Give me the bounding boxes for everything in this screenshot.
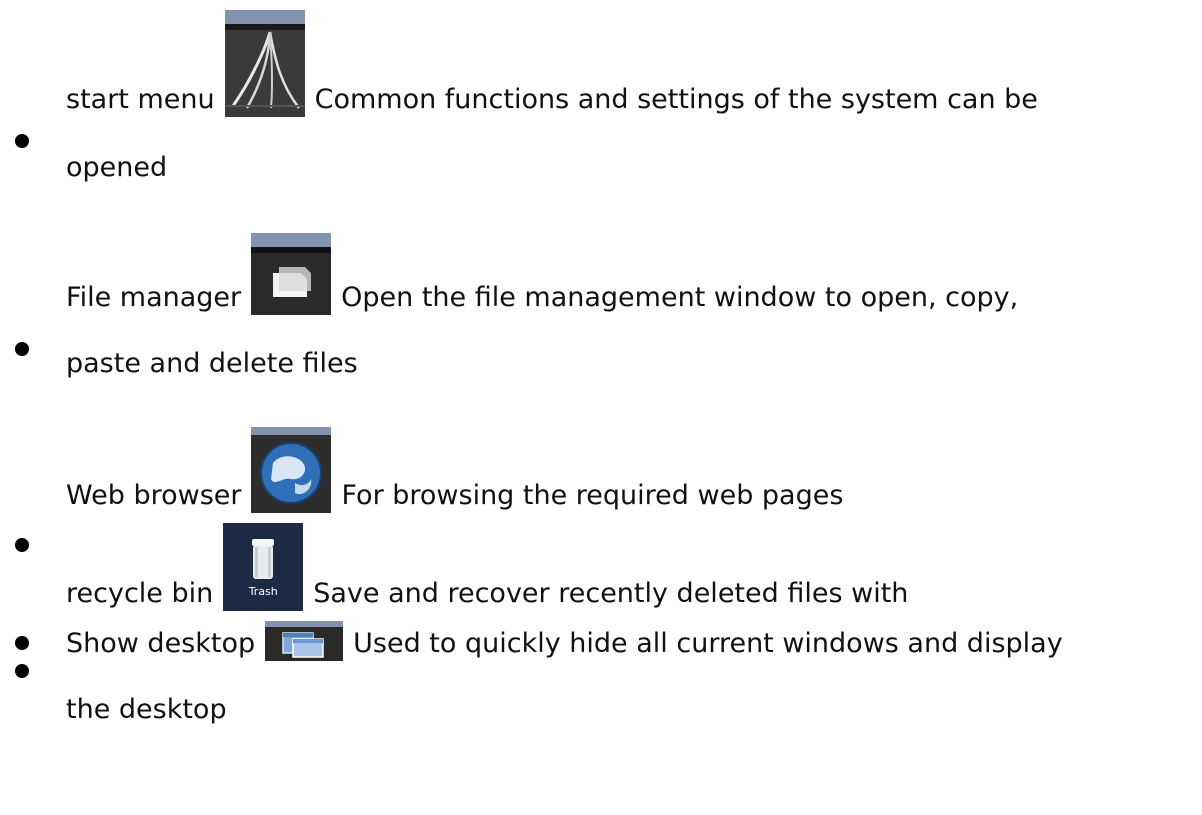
- file-manager-icon: [251, 233, 332, 315]
- item-line: Show desktop Used to quickly hide all cu…: [66, 621, 1202, 661]
- item-label: Web browser: [66, 480, 242, 511]
- list-item-file-manager: File manager Open the file management wi…: [0, 233, 1202, 381]
- trash-icon: Trash: [223, 523, 304, 611]
- show-desktop-icon: [265, 621, 344, 661]
- item-label: File manager: [66, 282, 242, 313]
- trash-icon-caption: Trash: [248, 585, 278, 598]
- bullet: [15, 664, 29, 678]
- item-line: File manager Open the file management wi…: [66, 233, 1202, 315]
- list-item-show-desktop: Show desktop Used to quickly hide all cu…: [0, 621, 1202, 727]
- feature-list: start menu Common functions and settings…: [0, 0, 1202, 727]
- item-description-continued: paste and delete files: [66, 348, 358, 379]
- item-label: Show desktop: [66, 628, 256, 659]
- item-label: start menu: [66, 84, 215, 115]
- item-label: recycle bin: [66, 578, 214, 609]
- item-line: start menu Common functions and settings…: [66, 10, 1202, 117]
- list-item-start-menu: start menu Common functions and settings…: [0, 0, 1202, 185]
- item-line: Web browser For browsing the required we…: [66, 427, 1202, 513]
- item-description: Used to quickly hide all current windows…: [353, 628, 1063, 659]
- bullet: [15, 342, 29, 356]
- item-description-continued: opened: [66, 152, 168, 183]
- item-description: For browsing the required web pages: [341, 480, 844, 511]
- item-description: Save and recover recently deleted files …: [313, 578, 909, 609]
- list-item-recycle-bin: recycle bin Trash Save and recover recen…: [0, 523, 1202, 650]
- list-item-web-browser: Web browser For browsing the required we…: [0, 427, 1202, 552]
- item-description: Common functions and settings of the sys…: [314, 84, 1038, 115]
- item-description-continued: the desktop: [66, 694, 227, 725]
- bullet: [15, 134, 29, 148]
- start-menu-icon: [224, 10, 305, 117]
- web-browser-icon: [251, 427, 332, 513]
- item-line: recycle bin Trash Save and recover recen…: [66, 523, 1202, 611]
- item-description: Open the file management window to open,…: [341, 282, 1019, 313]
